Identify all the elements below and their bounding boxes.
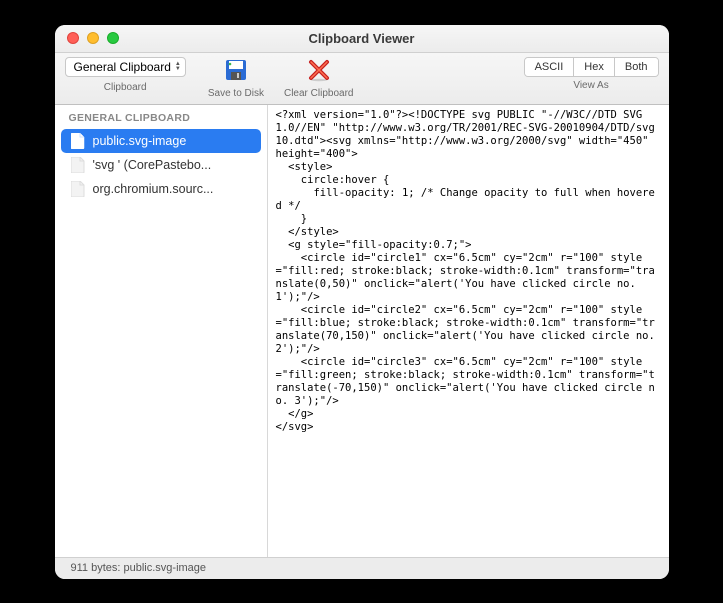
view-hex-button[interactable]: Hex [574,58,615,76]
sidebar-item-public-svg[interactable]: public.svg-image [61,129,261,153]
updown-icon: ▲▼ [175,62,181,72]
statusbar: 911 bytes: public.svg-image [55,557,669,579]
clear-label: Clear Clipboard [284,88,353,99]
status-text: 911 bytes: public.svg-image [71,562,207,574]
file-icon [71,181,85,197]
app-window: Clipboard Viewer General Clipboard ▲▼ Cl… [55,25,669,579]
sidebar-item-label: 'svg ' (CorePastebo... [93,158,212,172]
sidebar-item-svg-core[interactable]: 'svg ' (CorePastebo... [55,153,267,177]
titlebar: Clipboard Viewer [55,25,669,53]
toolbar-buttons: Save to Disk Clear Clipboard [208,57,354,99]
floppy-disk-icon [223,57,249,83]
delete-x-icon [306,57,332,83]
sidebar-item-chromium[interactable]: org.chromium.sourc... [55,177,267,201]
sidebar-header: GENERAL CLIPBOARD [55,105,267,129]
toolbar: General Clipboard ▲▼ Clipboard Save to D… [55,53,669,105]
sidebar: GENERAL CLIPBOARD public.svg-image 'svg … [55,105,268,557]
clipboard-label: Clipboard [104,82,147,93]
clear-clipboard-button[interactable]: Clear Clipboard [284,57,353,99]
window-title: Clipboard Viewer [55,31,669,46]
view-as-segmented: ASCII Hex Both [524,57,659,77]
sidebar-item-label: public.svg-image [93,134,187,148]
clipboard-content-text: <?xml version="1.0"?><!DOCTYPE svg PUBLI… [276,109,661,434]
main-content[interactable]: <?xml version="1.0"?><!DOCTYPE svg PUBLI… [268,105,669,557]
view-both-button[interactable]: Both [615,58,658,76]
file-icon [71,133,85,149]
content-area: GENERAL CLIPBOARD public.svg-image 'svg … [55,105,669,557]
save-to-disk-button[interactable]: Save to Disk [208,57,264,99]
sidebar-item-label: org.chromium.sourc... [93,182,214,196]
view-as-label: View As [573,80,608,91]
clipboard-selector-group: General Clipboard ▲▼ Clipboard [65,57,186,93]
view-as-group: ASCII Hex Both View As [524,57,659,91]
file-icon [71,157,85,173]
clipboard-select-value: General Clipboard [74,60,171,74]
view-ascii-button[interactable]: ASCII [525,58,575,76]
save-label: Save to Disk [208,88,264,99]
clipboard-select[interactable]: General Clipboard ▲▼ [65,57,186,77]
